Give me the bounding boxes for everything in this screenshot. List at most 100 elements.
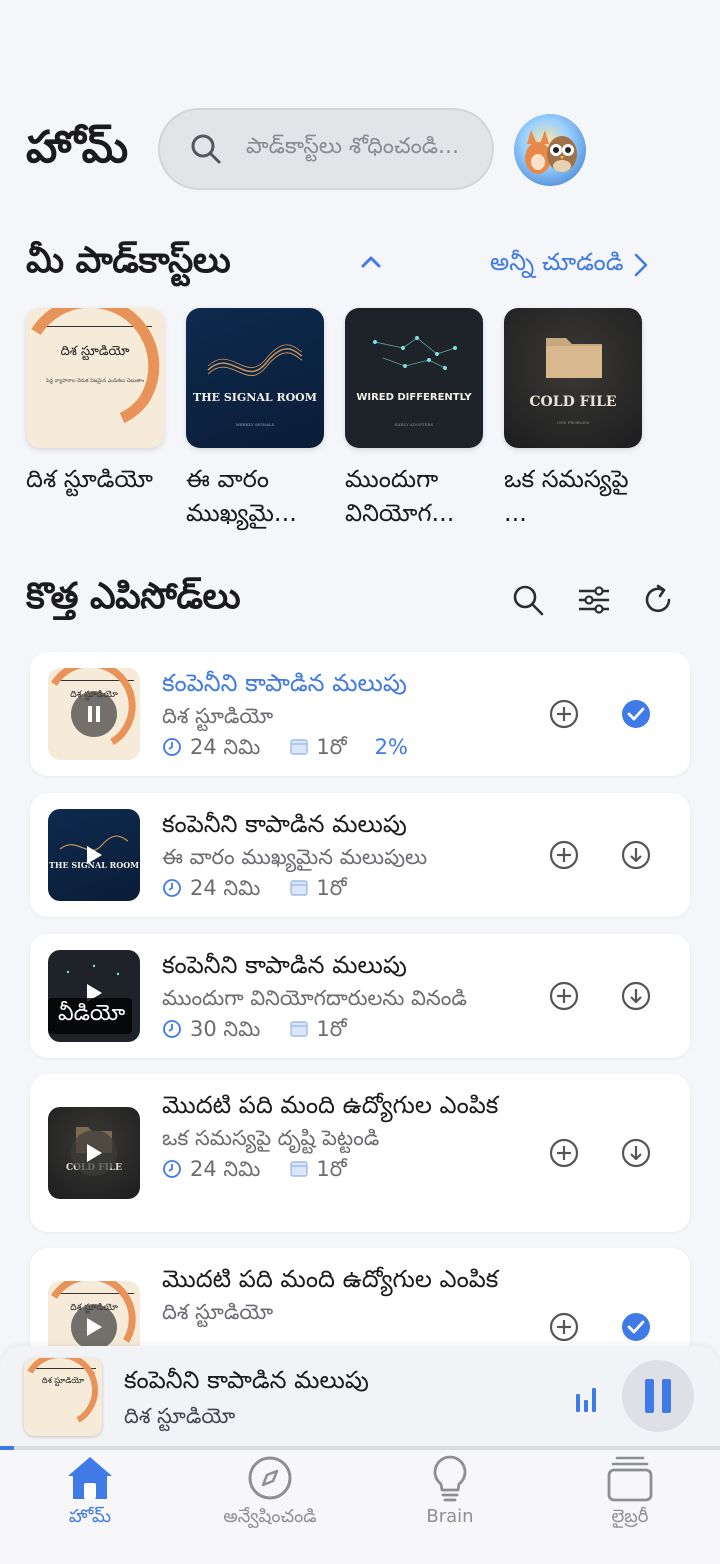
podcast-art-tagline: WEEKLY SIGNALS bbox=[235, 422, 275, 427]
see-all-label: అన్నీ చూడండి bbox=[490, 248, 624, 276]
podcast-carousel: దిశ స్టూడియో పెద్ద వ్యాపారాల వెనుక నిజమై… bbox=[26, 308, 706, 528]
episode-duration: 30 నిమి bbox=[190, 1017, 261, 1041]
download-icon[interactable] bbox=[620, 1137, 652, 1169]
podcast-card[interactable]: THE SIGNAL ROOM WEEKLY SIGNALS ఈ వారం ము… bbox=[186, 308, 324, 532]
download-icon[interactable] bbox=[620, 980, 652, 1012]
mini-player-art-title: దిశ స్టూడియో bbox=[41, 1376, 85, 1385]
podcast-name: ఈ వారం ముఖ్యమై... bbox=[186, 465, 297, 527]
video-badge: వీడియో bbox=[48, 998, 132, 1034]
episode-show: ముందుగా వినియోగదారులను వినండి bbox=[162, 986, 467, 1010]
clock-icon bbox=[163, 879, 181, 897]
header: హోమ్ పాడ్‌కాస్ట్‌లు శోధించండి... bbox=[0, 100, 720, 210]
tab-brain[interactable]: Brain bbox=[360, 1450, 540, 1540]
equalizer-icon bbox=[576, 1388, 596, 1412]
compass-icon bbox=[248, 1456, 292, 1500]
add-to-queue-icon[interactable] bbox=[548, 1311, 580, 1343]
tab-label: Brain bbox=[426, 1506, 474, 1527]
episode-row[interactable]: THE SIGNAL ROOM కంపెనీని కాపాడిన మలుపు ఈ… bbox=[30, 793, 690, 917]
episode-title: కంపెనీని కాపాడిన మలుపు bbox=[162, 810, 407, 838]
see-all-link[interactable]: అన్నీ చూడండి bbox=[490, 248, 649, 282]
play-button[interactable] bbox=[71, 1304, 117, 1350]
avatar[interactable] bbox=[514, 114, 586, 186]
chevron-right-icon bbox=[635, 253, 648, 277]
avatar-image bbox=[525, 130, 577, 174]
episode-date: 1రో bbox=[316, 876, 347, 900]
episode-show: ఈ వారం ముఖ్యమైన మలుపులు bbox=[162, 845, 428, 869]
search-icon bbox=[191, 134, 221, 164]
play-icon bbox=[87, 1144, 102, 1162]
episode-duration: 24 నిమి bbox=[190, 876, 261, 900]
podcast-name: ఒక సమస్యపై ... bbox=[504, 465, 629, 527]
episode-art: వీడియో bbox=[48, 950, 140, 1042]
podcast-art-title: దిశ స్టూడియో bbox=[60, 344, 130, 359]
page-title: హోమ్ bbox=[26, 122, 128, 173]
tab-library[interactable]: లైబ్రరీ bbox=[540, 1450, 720, 1540]
podcast-art-tagline: ONE PROBLEM bbox=[556, 420, 590, 425]
podcast-name: దిశ స్టూడియో bbox=[26, 465, 153, 493]
search-input[interactable]: పాడ్‌కాస్ట్‌లు శోధించండి... bbox=[158, 108, 494, 190]
episode-title: కంపెనీని కాపాడిన మలుపు bbox=[162, 669, 407, 697]
pause-button[interactable] bbox=[622, 1360, 694, 1432]
episode-date: 1రో bbox=[316, 735, 347, 759]
play-icon bbox=[87, 1318, 102, 1336]
calendar-icon bbox=[290, 880, 309, 896]
podcast-card[interactable]: COLD FILE ONE PROBLEM ఒక సమస్యపై ... bbox=[504, 308, 642, 532]
tab-label: హోమ్ bbox=[68, 1506, 112, 1527]
episode-date: 1రో bbox=[316, 1157, 347, 1181]
podcast-art-title: THE SIGNAL ROOM bbox=[193, 391, 317, 404]
episode-title: మొదటి పది మంది ఉద్యోగుల ఎంపిక bbox=[162, 1265, 499, 1293]
play-button[interactable] bbox=[71, 1130, 117, 1176]
episode-show: దిశ స్టూడియో bbox=[162, 1300, 274, 1324]
podcast-card[interactable]: దిశ స్టూడియో పెద్ద వ్యాపారాల వెనుక నిజమై… bbox=[26, 308, 164, 532]
podcast-art: THE SIGNAL ROOM WEEKLY SIGNALS bbox=[186, 308, 324, 448]
podcast-art: దిశ స్టూడియో పెద్ద వ్యాపారాల వెనుక నిజమై… bbox=[26, 308, 164, 448]
episode-art: THE SIGNAL ROOM bbox=[48, 809, 140, 901]
podcast-art-tagline: EARLY ADOPTERS bbox=[394, 422, 434, 427]
podcast-art-tagline: పెద్ద వ్యాపారాల వెనుక నిజమైన ఎంపికలు చెబ… bbox=[45, 378, 145, 384]
lightbulb-icon bbox=[433, 1455, 467, 1502]
episode-row[interactable]: దిశ స్టూడియో కంపెనీని కాపాడిన మలుపు దిశ … bbox=[30, 652, 690, 776]
pause-button[interactable] bbox=[71, 691, 117, 737]
episode-row[interactable]: వీడియో కంపెనీని కాపాడిన మలుపు ముందుగా వి… bbox=[30, 934, 690, 1058]
download-icon[interactable] bbox=[620, 839, 652, 871]
calendar-icon bbox=[290, 1161, 309, 1177]
clock-icon bbox=[163, 738, 181, 756]
downloaded-check-icon[interactable] bbox=[620, 698, 652, 730]
episode-duration: 24 నిమి bbox=[190, 1157, 261, 1181]
now-playing-title: కంపెనీని కాపాడిన మలుపు bbox=[124, 1366, 369, 1394]
clock-icon bbox=[163, 1020, 181, 1038]
mini-player-art: దిశ స్టూడియో bbox=[24, 1358, 102, 1436]
pause-icon bbox=[88, 706, 100, 722]
refresh-icon[interactable] bbox=[636, 578, 680, 622]
podcast-art: WIRED DIFFERENTLY EARLY ADOPTERS bbox=[345, 308, 483, 448]
tab-home[interactable]: హోమ్ bbox=[0, 1450, 180, 1540]
episode-progress: 2% bbox=[374, 735, 408, 759]
podcast-art: COLD FILE ONE PROBLEM bbox=[504, 308, 642, 448]
add-to-queue-icon[interactable] bbox=[548, 980, 580, 1012]
search-placeholder: పాడ్‌కాస్ట్‌లు శోధించండి... bbox=[246, 134, 460, 159]
episode-title: మొదటి పది మంది ఉద్యోగుల ఎంపిక bbox=[162, 1091, 499, 1119]
play-button[interactable] bbox=[71, 832, 117, 878]
library-icon bbox=[607, 1456, 653, 1502]
podcast-card[interactable]: WIRED DIFFERENTLY EARLY ADOPTERS ముందుగా… bbox=[345, 308, 483, 532]
add-to-queue-icon[interactable] bbox=[548, 698, 580, 730]
chevron-up-icon[interactable] bbox=[358, 250, 384, 272]
downloaded-check-icon[interactable] bbox=[620, 1311, 652, 1343]
podcasts-section-title: మీ పాడ్‌కాస్ట్‌లు bbox=[26, 240, 231, 281]
search-episodes-icon[interactable] bbox=[506, 578, 550, 622]
home-icon bbox=[68, 1457, 112, 1499]
episode-row[interactable]: COLD FILE మొదటి పది మంది ఉద్యోగుల ఎంపిక … bbox=[30, 1074, 690, 1232]
tab-explore[interactable]: అన్వేషించండి bbox=[180, 1450, 360, 1540]
episodes-section-title: కొత్త ఎపిసోడ్‌లు bbox=[26, 576, 241, 617]
podcast-art-title: WIRED DIFFERENTLY bbox=[356, 392, 472, 403]
clock-icon bbox=[163, 1160, 181, 1178]
now-playing-show: దిశ స్టూడియో bbox=[124, 1404, 236, 1428]
mini-player[interactable]: దిశ స్టూడియో కంపెనీని కాపాడిన మలుపు దిశ … bbox=[0, 1346, 720, 1450]
filter-icon[interactable] bbox=[572, 578, 616, 622]
add-to-queue-icon[interactable] bbox=[548, 1137, 580, 1169]
tab-label: అన్వేషించండి bbox=[223, 1506, 317, 1527]
podcast-art-title: COLD FILE bbox=[529, 394, 617, 410]
episode-show: దిశ స్టూడియో bbox=[162, 704, 274, 728]
add-to-queue-icon[interactable] bbox=[548, 839, 580, 871]
tab-label: లైబ్రరీ bbox=[611, 1506, 649, 1527]
